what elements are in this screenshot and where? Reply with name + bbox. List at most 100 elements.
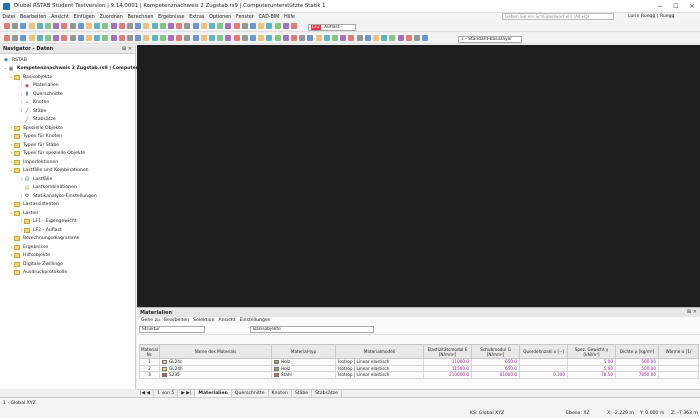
menu-einfuegen[interactable]: Einfügen (71, 15, 97, 20)
table-cell[interactable]: S235 (159, 371, 273, 379)
col-header[interactable]: Querdehnzahl ν [--] (519, 344, 569, 359)
toolbar-tool-icon[interactable] (61, 23, 68, 29)
toolbar-tool-icon[interactable] (86, 23, 92, 29)
toolbar-tool-icon[interactable] (143, 23, 150, 29)
toolbar-tool-icon[interactable] (118, 35, 125, 41)
toolbar-tool-icon[interactable] (4, 35, 10, 41)
menu-berechnen[interactable]: Berechnen (125, 15, 156, 20)
toolbar-tool-icon[interactable] (69, 23, 76, 29)
toolbar-tool-icon[interactable] (266, 23, 273, 29)
menu-zuordnen[interactable]: Zuordnen (97, 15, 125, 20)
toolbar-tool-icon[interactable] (200, 35, 207, 41)
minimize-button[interactable]: — (652, 0, 668, 13)
nav-item[interactable]: › Spezielle Objekte (9, 124, 63, 132)
panel-close-icon[interactable]: ⊞ ✕ (687, 309, 697, 315)
toolbar-tool-icon[interactable] (209, 23, 215, 29)
toolbar-tool-icon[interactable] (340, 35, 347, 41)
object-group-select[interactable]: Basisobjekte (250, 326, 374, 333)
toolbar-tool-icon[interactable] (307, 35, 314, 41)
nav-item[interactable]: › ⚙ Statikanalyse-Einstellungen (19, 192, 97, 200)
nav-item[interactable]: › Typen für spezielle Objekte (9, 150, 85, 158)
toolbar-tool-icon[interactable] (282, 35, 289, 41)
toolbar-tool-icon[interactable] (299, 35, 306, 41)
toolbar-tool-icon[interactable] (20, 35, 27, 41)
toolbar-tool-icon[interactable] (168, 23, 174, 29)
col-header[interactable]: Spez. Gewicht γ [kN/m³] (567, 344, 617, 359)
nav-item[interactable]: › Imperfektionen (9, 158, 58, 166)
toolbar-tool-icon[interactable] (192, 23, 199, 29)
toolbar-tool-icon[interactable] (12, 35, 19, 41)
toolbar-tool-icon[interactable] (291, 35, 297, 41)
toolbar-tool-icon[interactable] (151, 23, 158, 29)
nav-item[interactable]: ⌄ Lasten (9, 209, 38, 217)
toolbar-tool-icon[interactable] (381, 35, 388, 41)
menu-ansicht[interactable]: Ansicht (49, 15, 72, 20)
toolbar-tool-icon[interactable] (94, 23, 101, 29)
toolbar-tool-icon[interactable] (414, 35, 420, 41)
toolbar-tool-icon[interactable] (422, 35, 429, 41)
toolbar-tool-icon[interactable] (53, 23, 60, 29)
table-cell[interactable]: 0.300 (519, 371, 569, 379)
menu-einstellungen[interactable]: Einstellungen (237, 318, 272, 323)
toolbar-tool-icon[interactable] (184, 35, 191, 41)
nav-item[interactable]: › Ergebnisse (9, 243, 48, 251)
toolbar-tool-icon[interactable] (45, 23, 51, 29)
toolbar-tool-icon[interactable] (127, 35, 133, 41)
table-cell[interactable]: Stahl (271, 371, 337, 379)
toolbar-tool-icon[interactable] (184, 23, 191, 29)
nav-item[interactable]: › ▤ Lastfälle (19, 175, 53, 183)
nav-item[interactable]: ⌄ Basisobjekte (9, 73, 52, 81)
nav-item[interactable]: › Typen für Stäbe (9, 141, 59, 149)
table-cell[interactable]: 81000.0 (471, 371, 521, 379)
toolbar-tool-icon[interactable] (176, 23, 183, 29)
menu-hilfe[interactable]: Hilfe (282, 15, 298, 20)
nav-item[interactable]: › Digitale Zwillinge (9, 260, 63, 268)
toolbar-tool-icon[interactable] (266, 35, 273, 41)
toolbar-tool-icon[interactable] (323, 35, 330, 41)
toolbar-tool-icon[interactable] (241, 23, 248, 29)
toolbar-tool-icon[interactable] (45, 35, 51, 41)
nav-item[interactable]: › LF2 - Auflast (19, 226, 62, 234)
table-cell[interactable]: 3 (138, 371, 161, 379)
table-cell[interactable]: 7850.00 (615, 371, 660, 379)
toolbar-tool-icon[interactable] (225, 35, 232, 41)
nav-item[interactable]: ⌄ Lastfälle und Kombinationen (9, 167, 89, 175)
toolbar-tool-icon[interactable] (69, 35, 76, 41)
filter-select[interactable]: Struktur (139, 326, 205, 333)
menu-datei[interactable]: Datei (0, 15, 18, 20)
toolbar-tool-icon[interactable] (127, 23, 133, 29)
toolbar-tool-icon[interactable] (233, 35, 240, 41)
nav-item[interactable]: › ◆ Materialien (19, 82, 59, 90)
toolbar-tool-icon[interactable] (77, 23, 84, 29)
toolbar-tool-icon[interactable] (217, 23, 224, 29)
col-header[interactable]: Wärme α [1/ (658, 344, 700, 359)
nav-item[interactable]: › Hilfsobjekte (9, 252, 50, 260)
toolbar-tool-icon[interactable] (217, 35, 224, 41)
menu-gehe-zu[interactable]: Gehe zu (139, 318, 162, 323)
table-cell[interactable]: 210000.0 (423, 371, 473, 379)
tree-root[interactable]: ◉ RSTAB (3, 56, 27, 64)
nav-item[interactable]: ╱ Stabsätze (19, 116, 55, 124)
menu-ergebnisse[interactable]: Ergebnisse (156, 15, 187, 20)
toolbar-tool-icon[interactable] (168, 35, 174, 41)
toolbar-tool-icon[interactable] (176, 35, 183, 41)
toolbar-tool-icon[interactable] (364, 35, 371, 41)
menu-optionen[interactable]: Optionen (207, 15, 234, 20)
col-header[interactable]: Materialmodell (335, 344, 425, 359)
toolbar-tool-icon[interactable] (225, 23, 232, 29)
nav-item[interactable]: › • Knoten (19, 99, 50, 107)
toolbar-tool-icon[interactable] (282, 23, 289, 29)
toolbar-tool-icon[interactable] (159, 23, 166, 29)
toolbar-tool-icon[interactable] (28, 23, 35, 29)
toolbar-tool-icon[interactable] (94, 35, 101, 41)
toolbar-tool-icon[interactable] (118, 23, 125, 29)
toolbar-tool-icon[interactable] (151, 35, 158, 41)
toolbar-tool-icon[interactable] (102, 23, 109, 29)
toolbar-tool-icon[interactable] (200, 23, 207, 29)
toolbar-tool-icon[interactable] (28, 35, 35, 41)
nav-item[interactable]: › LF1 - Eigengewicht (19, 218, 77, 226)
toolbar-tool-icon[interactable] (20, 23, 27, 29)
table-cell[interactable]: Isotrop | Linear elastisch (335, 371, 425, 379)
toolbar-tool-icon[interactable] (348, 35, 355, 41)
menu-bearbeiten[interactable]: Bearbeiten (18, 15, 49, 20)
